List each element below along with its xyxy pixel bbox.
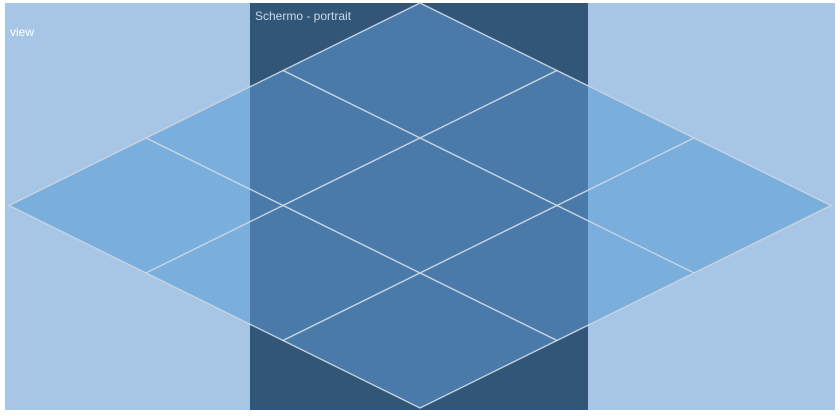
view-label: view [10,25,34,39]
diagram-canvas: view Schermo - portrait [5,2,835,410]
screen-label: Schermo - portrait [255,9,352,23]
